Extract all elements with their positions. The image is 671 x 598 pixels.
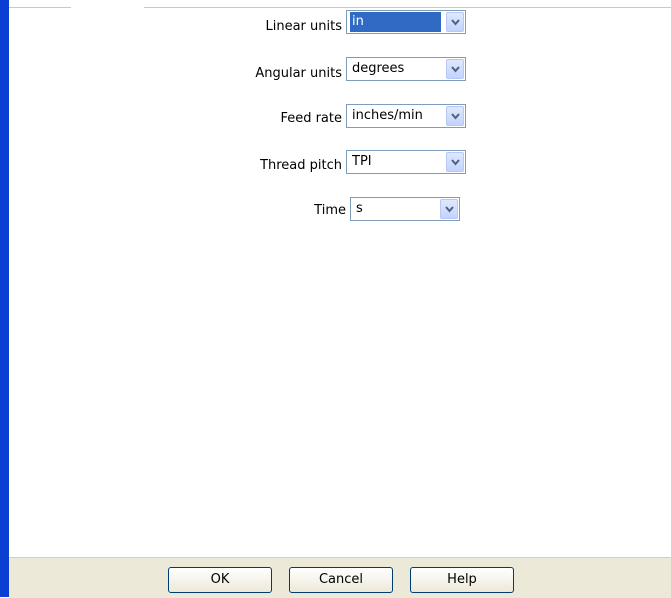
chevron-down-icon[interactable] bbox=[446, 106, 464, 126]
time-select[interactable]: s bbox=[350, 197, 460, 221]
thread-pitch-label: Thread pitch bbox=[260, 158, 342, 173]
angular-units-label: Angular units bbox=[255, 66, 342, 81]
cancel-button[interactable]: Cancel bbox=[289, 567, 393, 593]
time-label: Time bbox=[314, 203, 346, 218]
angular-units-label-row: Angular units bbox=[200, 61, 342, 87]
window-left-border bbox=[0, 0, 9, 597]
linear-units-select[interactable]: in bbox=[346, 10, 466, 34]
time-label-row: Time bbox=[200, 198, 346, 224]
feed-rate-value: inches/min bbox=[352, 108, 423, 123]
linear-units-label: Linear units bbox=[265, 19, 343, 34]
chevron-down-icon[interactable] bbox=[446, 12, 464, 32]
thread-pitch-label-row: Thread pitch bbox=[200, 153, 342, 179]
time-value: s bbox=[356, 201, 363, 216]
angular-units-value: degrees bbox=[352, 61, 405, 76]
top-divider-left bbox=[9, 7, 71, 8]
linear-units-label-row: Linear units bbox=[200, 14, 343, 40]
feed-rate-label-row: Feed rate bbox=[200, 106, 342, 132]
top-divider-right bbox=[144, 7, 671, 8]
dialog-button-bar: OK Cancel Help bbox=[9, 557, 671, 598]
feed-rate-select[interactable]: inches/min bbox=[346, 104, 466, 128]
ok-button[interactable]: OK bbox=[168, 567, 272, 593]
angular-units-select[interactable]: degrees bbox=[346, 57, 466, 81]
feed-rate-label: Feed rate bbox=[280, 111, 342, 126]
thread-pitch-select[interactable]: TPI bbox=[346, 150, 466, 174]
chevron-down-icon[interactable] bbox=[446, 152, 464, 172]
chevron-down-icon[interactable] bbox=[446, 59, 464, 79]
thread-pitch-value: TPI bbox=[352, 154, 372, 169]
units-dialog: Linear units in Angular units degrees Fe… bbox=[0, 0, 671, 598]
chevron-down-icon[interactable] bbox=[440, 199, 458, 219]
linear-units-value: in bbox=[350, 12, 441, 32]
help-button[interactable]: Help bbox=[410, 567, 514, 593]
